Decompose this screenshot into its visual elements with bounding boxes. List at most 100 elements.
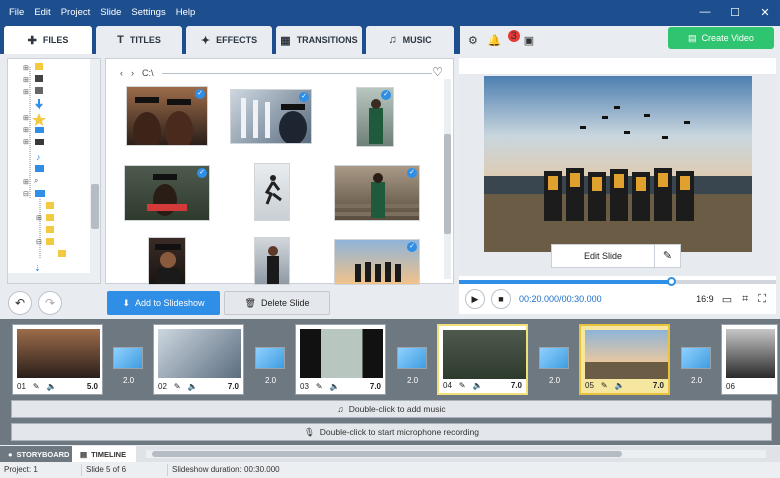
forward-icon[interactable]: › (131, 68, 134, 78)
transition-thumbnail[interactable] (681, 347, 711, 369)
tab-titles[interactable]: T TITLES (96, 26, 182, 54)
preview-canvas: Edit Slide ✎ (459, 74, 776, 276)
transition-thumbnail[interactable] (539, 347, 569, 369)
mic-lane[interactable]: 🎙 Double-click to start microphone recor… (11, 423, 772, 441)
file-browser-scrollbar[interactable] (444, 79, 451, 279)
pencil-icon[interactable]: ✎ (459, 381, 466, 390)
transition-duration[interactable]: 2.0 (265, 376, 276, 385)
play-button[interactable]: ▶ (465, 289, 485, 309)
pencil-icon[interactable]: ✎ (654, 245, 680, 267)
transition-duration[interactable]: 2.0 (549, 376, 560, 385)
speaker-icon[interactable]: 🔈 (615, 381, 625, 390)
speaker-icon[interactable]: 🔈 (188, 382, 198, 391)
speaker-icon[interactable]: 🔈 (47, 382, 57, 391)
status-slide: Slide 5 of 6 (82, 464, 168, 476)
maximize-icon[interactable]: ☐ (720, 6, 750, 19)
menu-project[interactable]: Project (56, 7, 96, 18)
tab-row: ✚ FILES T TITLES ✦ EFFECTS ▦ TRANSITIONS… (0, 24, 780, 54)
pencil-icon[interactable]: ✎ (33, 382, 40, 391)
tab-storyboard[interactable]: ● STORYBOARD (0, 446, 72, 462)
slide-item[interactable]: 03 ✎ 🔈 7.0 (295, 324, 386, 395)
bell-icon[interactable]: 🔔 3 (487, 29, 520, 47)
speaker-icon[interactable]: 🔈 (473, 381, 483, 390)
tree-scrollbar[interactable] (90, 59, 100, 283)
redo-button[interactable]: ↷ (38, 291, 62, 315)
menu-slide[interactable]: Slide (95, 7, 126, 18)
back-icon[interactable]: ‹ (120, 68, 123, 78)
bell-glyph: 🔔 (487, 34, 502, 47)
slide-duration[interactable]: 7.0 (370, 382, 381, 391)
slide-duration[interactable]: 7.0 (228, 382, 239, 391)
thumbnail-portrait (155, 244, 181, 284)
storyboard-scroll-thumb[interactable] (152, 451, 622, 457)
tree-scroll-thumb[interactable] (91, 184, 99, 229)
aspect-ratio[interactable]: 16:9 (696, 294, 714, 304)
pencil-icon[interactable]: ✎ (174, 382, 181, 391)
media-icon[interactable]: ▣ (524, 34, 534, 47)
speaker-icon[interactable]: 🔈 (330, 382, 340, 391)
tab-timeline[interactable]: ▤ TIMELINE (72, 446, 136, 462)
file-thumbnail[interactable]: ✓ (334, 239, 420, 285)
timeline-icon: ▤ (80, 449, 88, 459)
tab-effects-label: EFFECTS (216, 35, 258, 45)
progress-knob[interactable] (667, 277, 677, 286)
menu-help[interactable]: Help (171, 7, 201, 18)
tab-music[interactable]: ♫ MUSIC (366, 26, 454, 54)
transition-thumbnail[interactable] (255, 347, 285, 369)
menu-edit[interactable]: Edit (29, 7, 55, 18)
snapshot-icon[interactable]: ⌗ (742, 293, 748, 306)
fullscreen-icon[interactable]: ⛶ (758, 293, 766, 306)
slide-item[interactable]: 04 ✎ 🔈 7.0 (437, 324, 528, 395)
tab-transitions[interactable]: ▦ TRANSITIONS (276, 26, 362, 54)
file-thumbnail[interactable]: ✓ (124, 165, 210, 221)
slide-item[interactable]: 01 ✎ 🔈 5.0 (12, 324, 103, 395)
effects-icon: ✦ (200, 34, 211, 47)
transition-thumbnail[interactable] (113, 347, 143, 369)
transition-duration[interactable]: 2.0 (407, 376, 418, 385)
storyboard-scrollbar[interactable] (146, 450, 766, 458)
file-thumbnail[interactable]: ✓ (334, 165, 420, 221)
slide-duration[interactable]: 7.0 (653, 381, 664, 390)
slide-item[interactable]: 02 ✎ 🔈 7.0 (153, 324, 244, 395)
menu-settings[interactable]: Settings (126, 7, 170, 18)
stop-button[interactable]: ■ (491, 289, 511, 309)
slide-duration[interactable]: 7.0 (511, 381, 522, 390)
file-thumbnail[interactable] (254, 163, 290, 221)
tab-music-label: MUSIC (402, 35, 432, 45)
frame-icon[interactable]: ▭ (722, 293, 732, 306)
slide-item-selected[interactable]: 05 ✎ 🔈 7.0 (579, 324, 670, 395)
video-icon: ▤ (688, 32, 697, 43)
playback-progress[interactable] (459, 277, 776, 286)
thumbnail-jumping (264, 175, 282, 205)
menu-file[interactable]: File (4, 7, 29, 18)
gear-icon[interactable]: ⚙ (468, 34, 478, 47)
edit-slide-button[interactable]: Edit Slide ✎ (551, 244, 681, 268)
add-to-slideshow-button[interactable]: ⬇ Add to Slideshow (107, 291, 220, 315)
file-thumbnail[interactable] (148, 237, 186, 285)
music-lane[interactable]: ♫ Double-click to add music (11, 400, 772, 418)
tab-effects[interactable]: ✦ EFFECTS (186, 26, 272, 54)
transition-duration[interactable]: 2.0 (691, 376, 702, 385)
slide-duration[interactable]: 5.0 (87, 382, 98, 391)
transition-thumbnail[interactable] (397, 347, 427, 369)
pencil-icon[interactable]: ✎ (316, 382, 323, 391)
pencil-icon[interactable]: ✎ (601, 381, 608, 390)
minimize-icon[interactable]: — (690, 6, 720, 19)
file-thumbnail[interactable]: ✓ (126, 86, 208, 146)
file-thumbnail[interactable]: ✓ (356, 87, 394, 147)
tree-hscrollbar[interactable] (8, 273, 92, 283)
undo-button[interactable]: ↶ (8, 291, 32, 315)
file-browser-scroll-thumb[interactable] (444, 134, 451, 234)
file-thumbnail[interactable] (254, 237, 290, 285)
tab-files[interactable]: ✚ FILES (4, 26, 92, 54)
folder-tree[interactable]: ⊞ ⊞ ⊞ ⊞ ⊞ ⊞ ⊞ ⊟ ⊞ ⊟ ♪ ⌕ ⇣ (7, 58, 101, 284)
delete-slide-button[interactable]: 🗑 Delete Slide (224, 291, 330, 315)
check-icon: ✓ (407, 168, 417, 178)
transition-duration[interactable]: 2.0 (123, 376, 134, 385)
file-thumbnail[interactable]: ✓ (230, 89, 312, 144)
heart-icon[interactable]: ♡ (432, 65, 443, 79)
create-video-button[interactable]: ▤ Create Video (668, 27, 774, 49)
close-icon[interactable]: ✕ (750, 6, 780, 19)
slide-thumbnail (300, 329, 383, 378)
slide-item[interactable]: 06 (721, 324, 778, 395)
